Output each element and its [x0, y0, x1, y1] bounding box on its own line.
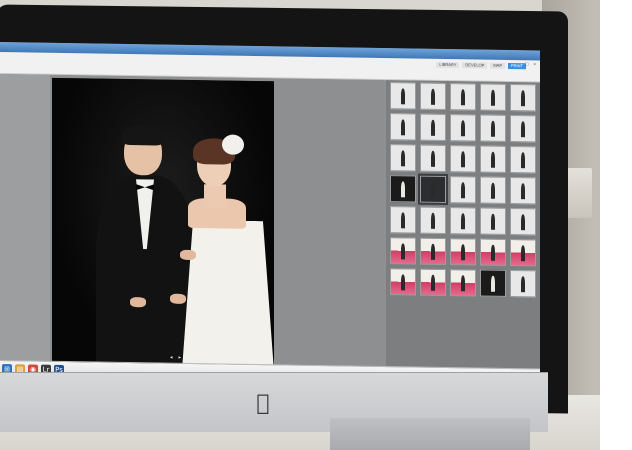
minimize-icon[interactable]: – [517, 61, 522, 66]
thumbnail[interactable] [450, 83, 476, 111]
thumbnail[interactable] [418, 173, 448, 206]
tab-map[interactable]: MAP [490, 62, 505, 69]
thumbnail-figure [400, 150, 406, 167]
bride-dress [182, 220, 274, 365]
thumbnail[interactable] [510, 177, 536, 205]
wedding-photo[interactable] [52, 77, 274, 366]
close-icon[interactable]: × [533, 61, 538, 66]
thumbnail-figure [520, 90, 526, 107]
thumbnail[interactable] [450, 207, 476, 235]
thumbnail[interactable] [420, 144, 446, 173]
viewer-left-margin [0, 74, 50, 361]
thumbnail-figure [490, 182, 496, 200]
thumbnail-figure [520, 214, 526, 231]
thumbnail-figure [400, 119, 406, 136]
thumbnail-figure [430, 119, 436, 137]
thumbnail-figure [490, 151, 496, 169]
thumbnail[interactable] [450, 145, 476, 173]
thumbnail[interactable] [480, 145, 506, 173]
thumbnail-figure [400, 181, 406, 198]
thumbnail-figure [430, 243, 436, 261]
thumbnail[interactable] [420, 113, 446, 142]
image-viewer: ◂ ▸ [0, 74, 384, 367]
thumbnail[interactable] [390, 144, 416, 172]
thumbnail-figure [460, 151, 466, 168]
thumbnail-figure [490, 120, 496, 138]
module-tabs: LIBRARY DEVELOP MAP PRINT [436, 61, 526, 70]
thumbnail[interactable] [480, 83, 506, 111]
thumbnail-figure [400, 243, 406, 260]
bride-hand [180, 249, 196, 261]
viewer-nav: ◂ ▸ [170, 355, 181, 361]
groom-hair [122, 124, 164, 146]
thumbnail[interactable] [510, 84, 536, 112]
thumbnail[interactable] [480, 269, 506, 297]
thumbnail-figure [460, 89, 466, 106]
thumbnail[interactable] [450, 114, 476, 142]
thumbnail[interactable] [390, 237, 416, 265]
bride-neck [204, 184, 226, 209]
thumbnail[interactable] [420, 206, 446, 235]
thumbnail-figure [490, 89, 496, 107]
thumbnail-figure [400, 88, 406, 105]
thumbnail-figure [400, 274, 406, 291]
tab-library[interactable]: LIBRARY [436, 61, 460, 69]
thumbnail[interactable] [390, 206, 416, 234]
thumbnail-figure [430, 274, 436, 292]
thumbnail[interactable] [390, 82, 416, 110]
groom-hand [130, 297, 146, 308]
thumbnail[interactable] [510, 208, 536, 236]
bride-hairpiece [222, 134, 244, 155]
apple-logo-icon:  [252, 392, 274, 416]
thumbnail[interactable] [420, 268, 446, 297]
thumbnail[interactable] [390, 113, 416, 141]
thumbnail-figure [520, 152, 526, 169]
thumbnail[interactable] [510, 146, 536, 174]
image-border [600, 0, 632, 450]
thumbnail-figure [520, 183, 526, 200]
thumbnail[interactable] [480, 114, 506, 142]
thumbnail-figure [460, 120, 466, 137]
thumbnail[interactable] [480, 238, 506, 266]
thumbnail[interactable] [480, 207, 506, 235]
thumbnail[interactable] [450, 238, 476, 266]
thumbnail[interactable] [420, 82, 446, 111]
next-icon[interactable]: ▸ [179, 355, 182, 361]
filmstrip-panel [386, 80, 540, 369]
thumbnail[interactable] [480, 176, 506, 204]
thumbnail-figure [430, 212, 436, 230]
photo-scene: LIBRARY DEVELOP MAP PRINT – □ × ◂ ▸ ⊞ ▤ … [0, 0, 632, 450]
window-controls: – □ × [517, 61, 538, 66]
thumbnail-figure [520, 276, 526, 293]
thumbnail-figure [520, 245, 526, 262]
monitor-stand [330, 418, 530, 450]
thumbnail[interactable] [390, 268, 416, 296]
previous-icon[interactable]: ◂ [170, 355, 173, 361]
thumbnail-figure [460, 213, 466, 230]
groom-hand [170, 293, 186, 304]
maximize-icon[interactable]: □ [525, 61, 530, 66]
thumbnail-grid [390, 82, 536, 298]
thumbnail-figure [490, 275, 496, 293]
thumbnail-figure [460, 244, 466, 261]
thumbnail[interactable] [390, 175, 416, 203]
thumbnail-figure [460, 275, 466, 292]
thumbnail-figure [430, 150, 436, 168]
thumbnail-figure [460, 182, 466, 199]
thumbnail[interactable] [510, 239, 536, 267]
monitor-screen: LIBRARY DEVELOP MAP PRINT – □ × ◂ ▸ ⊞ ▤ … [0, 42, 540, 389]
thumbnail-figure [490, 244, 496, 262]
thumbnail[interactable] [420, 237, 446, 266]
thumbnail-figure [430, 88, 436, 106]
thumbnail[interactable] [510, 115, 536, 143]
thumbnail[interactable] [450, 176, 476, 204]
thumbnail-figure [490, 213, 496, 231]
thumbnail-figure [400, 212, 406, 229]
thumbnail[interactable] [450, 269, 476, 297]
thumbnail-figure [520, 121, 526, 138]
thumbnail-figure [430, 181, 436, 199]
thumbnail[interactable] [510, 270, 536, 298]
tab-develop[interactable]: DEVELOP [462, 62, 488, 69]
